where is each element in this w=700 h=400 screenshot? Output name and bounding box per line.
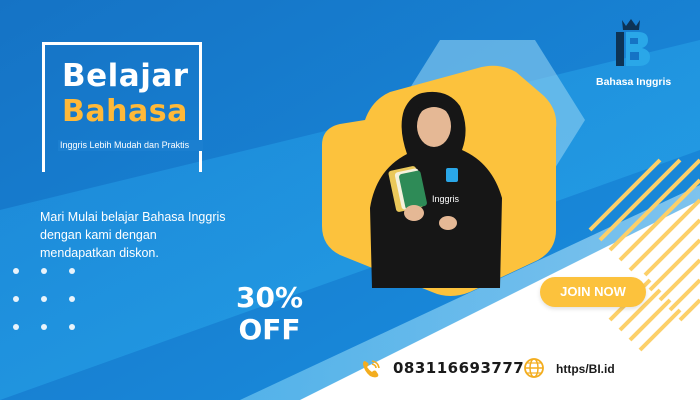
headline-belajar: Belajar <box>62 58 189 94</box>
dot <box>41 296 47 302</box>
promo-description: Mari Mulai belajar Bahasa Inggris dengan… <box>40 210 226 260</box>
crown-bi-logo-icon <box>616 19 650 66</box>
website-link[interactable]: https/BI.id <box>556 362 615 376</box>
phone-icon <box>363 360 380 378</box>
dot-grid-decoration <box>13 268 93 338</box>
dot <box>69 268 75 274</box>
shirt-label: Inggris <box>432 194 460 204</box>
discount-badge: 30% OFF <box>236 282 303 346</box>
headline-subtitle: Inggris Lebih Mudah dan Praktis <box>58 140 203 151</box>
brand-name: Bahasa Inggris <box>596 76 672 88</box>
globe-icon <box>524 358 544 378</box>
discount-off: OFF <box>238 313 301 346</box>
dot <box>69 324 75 330</box>
dot <box>69 296 75 302</box>
headline-bahasa: Bahasa <box>62 94 188 129</box>
dot <box>13 296 19 302</box>
phone-number: 083116693777 <box>393 359 525 377</box>
dot <box>41 268 47 274</box>
student-photo <box>370 91 502 288</box>
dot <box>41 324 47 330</box>
discount-percent: 30% <box>236 281 304 314</box>
dot <box>13 324 19 330</box>
join-now-button[interactable]: JOIN NOW <box>540 277 646 307</box>
dot <box>13 268 19 274</box>
